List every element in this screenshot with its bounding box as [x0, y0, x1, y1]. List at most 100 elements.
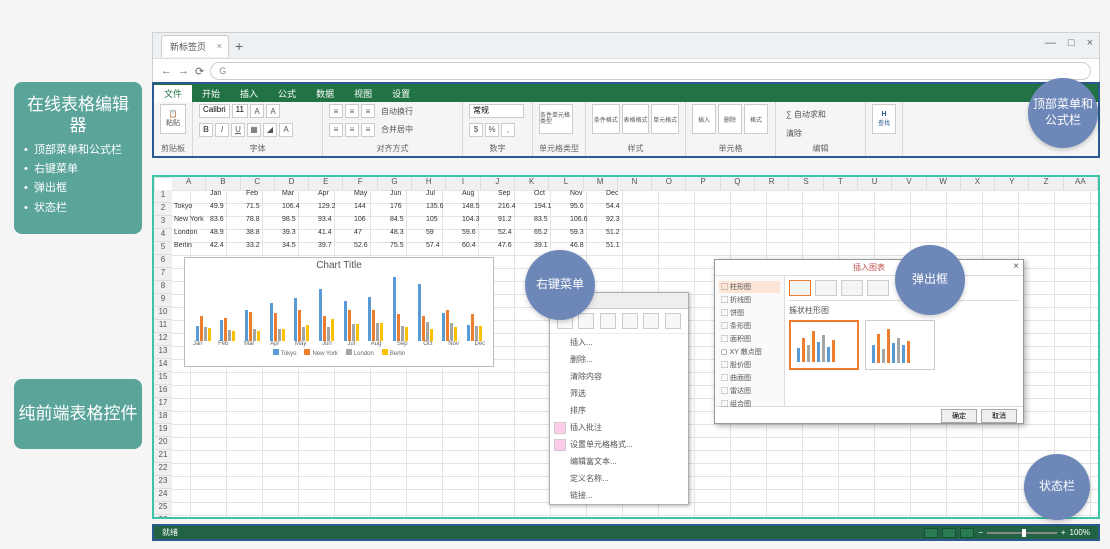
address-bar[interactable]: G	[210, 62, 1091, 80]
ribbon-tab-view[interactable]: 视图	[344, 84, 382, 102]
merge-button[interactable]: 合并居中	[377, 124, 417, 136]
align-right-icon[interactable]: ≡	[361, 123, 375, 137]
ribbon-tab-settings[interactable]: 设置	[382, 84, 420, 102]
col-header[interactable]: E	[309, 177, 343, 190]
col-header[interactable]: S	[789, 177, 823, 190]
cell[interactable]: 93.4	[316, 216, 352, 229]
cell[interactable]: 106.6	[568, 216, 604, 229]
col-header[interactable]: L	[549, 177, 583, 190]
context-menu-item[interactable]: 链接...	[550, 487, 688, 504]
forward-button[interactable]: →	[178, 65, 189, 77]
cell[interactable]: 60.4	[460, 242, 496, 255]
row-header[interactable]: 15	[154, 372, 172, 385]
font-shrink-icon[interactable]: A	[266, 104, 280, 118]
view-break-button[interactable]	[960, 528, 974, 538]
currency-icon[interactable]: $	[469, 123, 483, 137]
dialog-side-item[interactable]: ▢ 股价图	[719, 359, 780, 371]
cell[interactable]: 144	[352, 203, 388, 216]
col-header[interactable]: U	[858, 177, 892, 190]
bold-button[interactable]: B	[199, 123, 213, 137]
col-header[interactable]: Z	[1029, 177, 1063, 190]
context-menu-item[interactable]: 排序	[550, 402, 688, 419]
row-header[interactable]: 20	[154, 437, 172, 450]
row-header[interactable]: 26	[154, 515, 172, 519]
context-menu-item[interactable]: 筛选	[550, 385, 688, 402]
col-header[interactable]: X	[961, 177, 995, 190]
cell[interactable]: 106	[352, 216, 388, 229]
window-min-button[interactable]: —	[1045, 37, 1056, 49]
font-grow-icon[interactable]: A	[250, 104, 264, 118]
wrap-text-button[interactable]: 自动换行	[377, 105, 417, 117]
cell[interactable]: 104.3	[460, 216, 496, 229]
cell[interactable]: 48.3	[388, 229, 424, 242]
ribbon-tab-home[interactable]: 开始	[192, 84, 230, 102]
cell[interactable]: 54.4	[604, 203, 640, 216]
col-header[interactable]: K	[515, 177, 549, 190]
zoom-out-button[interactable]: −	[978, 528, 983, 537]
row-header[interactable]: 18	[154, 411, 172, 424]
back-button[interactable]: ←	[161, 65, 172, 77]
dialog-side-item[interactable]: ▢ 面积图	[719, 333, 780, 345]
cell[interactable]: 71.5	[244, 203, 280, 216]
context-menu-item[interactable]: 编辑富文本...	[550, 453, 688, 470]
row-header[interactable]: 3	[154, 216, 172, 229]
paste-option-icon[interactable]	[665, 313, 681, 329]
context-menu-item[interactable]: 插入批注	[550, 419, 688, 436]
cell[interactable]: 105	[424, 216, 460, 229]
comma-icon[interactable]: ,	[501, 123, 515, 137]
col-header[interactable]: T	[824, 177, 858, 190]
insert-button[interactable]: 插入	[692, 104, 716, 134]
number-format-select[interactable]: 常规	[469, 104, 524, 118]
window-close-button[interactable]: ×	[1087, 37, 1093, 49]
cell[interactable]: Berlin	[172, 242, 208, 255]
clear-button[interactable]: 清除	[782, 127, 806, 139]
align-center-icon[interactable]: ≡	[345, 123, 359, 137]
row-header[interactable]: 25	[154, 502, 172, 515]
cell[interactable]: Jul	[424, 190, 460, 203]
reload-button[interactable]: ⟳	[195, 65, 204, 78]
paste-option-icon[interactable]	[578, 313, 594, 329]
row-header[interactable]: 6	[154, 255, 172, 268]
new-tab-button[interactable]: +	[235, 38, 243, 54]
embedded-chart[interactable]: Chart Title JanFebMarAprMayJunJulAugSepO…	[184, 257, 494, 367]
cell[interactable]: Aug	[460, 190, 496, 203]
chart-subtype-icon[interactable]	[815, 280, 837, 296]
col-header[interactable]: P	[686, 177, 720, 190]
col-header[interactable]: J	[481, 177, 515, 190]
dialog-side-item[interactable]: ▢ 饼图	[719, 307, 780, 319]
row-header[interactable]: 9	[154, 294, 172, 307]
cell[interactable]: Apr	[316, 190, 352, 203]
col-header[interactable]: M	[584, 177, 618, 190]
zoom-slider[interactable]	[987, 532, 1057, 534]
ribbon-tab-formula[interactable]: 公式	[268, 84, 306, 102]
context-menu-item[interactable]: 定义名称...	[550, 470, 688, 487]
cell[interactable]: 176	[388, 203, 424, 216]
dialog-side-item[interactable]: ▢ 折线图	[719, 294, 780, 306]
cell[interactable]: Sep	[496, 190, 532, 203]
row-header[interactable]: 17	[154, 398, 172, 411]
cell[interactable]: 39.3	[280, 229, 316, 242]
fill-color-button[interactable]: ◢	[263, 123, 277, 137]
cell[interactable]: 41.4	[316, 229, 352, 242]
table-format-button[interactable]: 表格格式	[622, 104, 650, 134]
cell[interactable]: 38.8	[244, 229, 280, 242]
cancel-button[interactable]: 取消	[981, 409, 1017, 423]
celltype-button[interactable]: 条件单元格类型	[539, 104, 573, 134]
col-header[interactable]: F	[343, 177, 377, 190]
chart-subtype-icon[interactable]	[789, 280, 811, 296]
find-button[interactable]: H查找	[872, 104, 896, 134]
col-header[interactable]: A	[172, 177, 206, 190]
col-header[interactable]: B	[206, 177, 240, 190]
cell[interactable]: 83.5	[532, 216, 568, 229]
cell[interactable]: 194.1	[532, 203, 568, 216]
col-header[interactable]: AA	[1064, 177, 1098, 190]
row-header[interactable]: 23	[154, 476, 172, 489]
row-header[interactable]: 4	[154, 229, 172, 242]
row-header[interactable]: 14	[154, 359, 172, 372]
cell[interactable]: Nov	[568, 190, 604, 203]
font-color-button[interactable]: A	[279, 123, 293, 137]
cell[interactable]: Dec	[604, 190, 640, 203]
ribbon-tab-file[interactable]: 文件	[154, 84, 192, 102]
align-bot-icon[interactable]: ≡	[361, 104, 375, 118]
ok-button[interactable]: 确定	[941, 409, 977, 423]
